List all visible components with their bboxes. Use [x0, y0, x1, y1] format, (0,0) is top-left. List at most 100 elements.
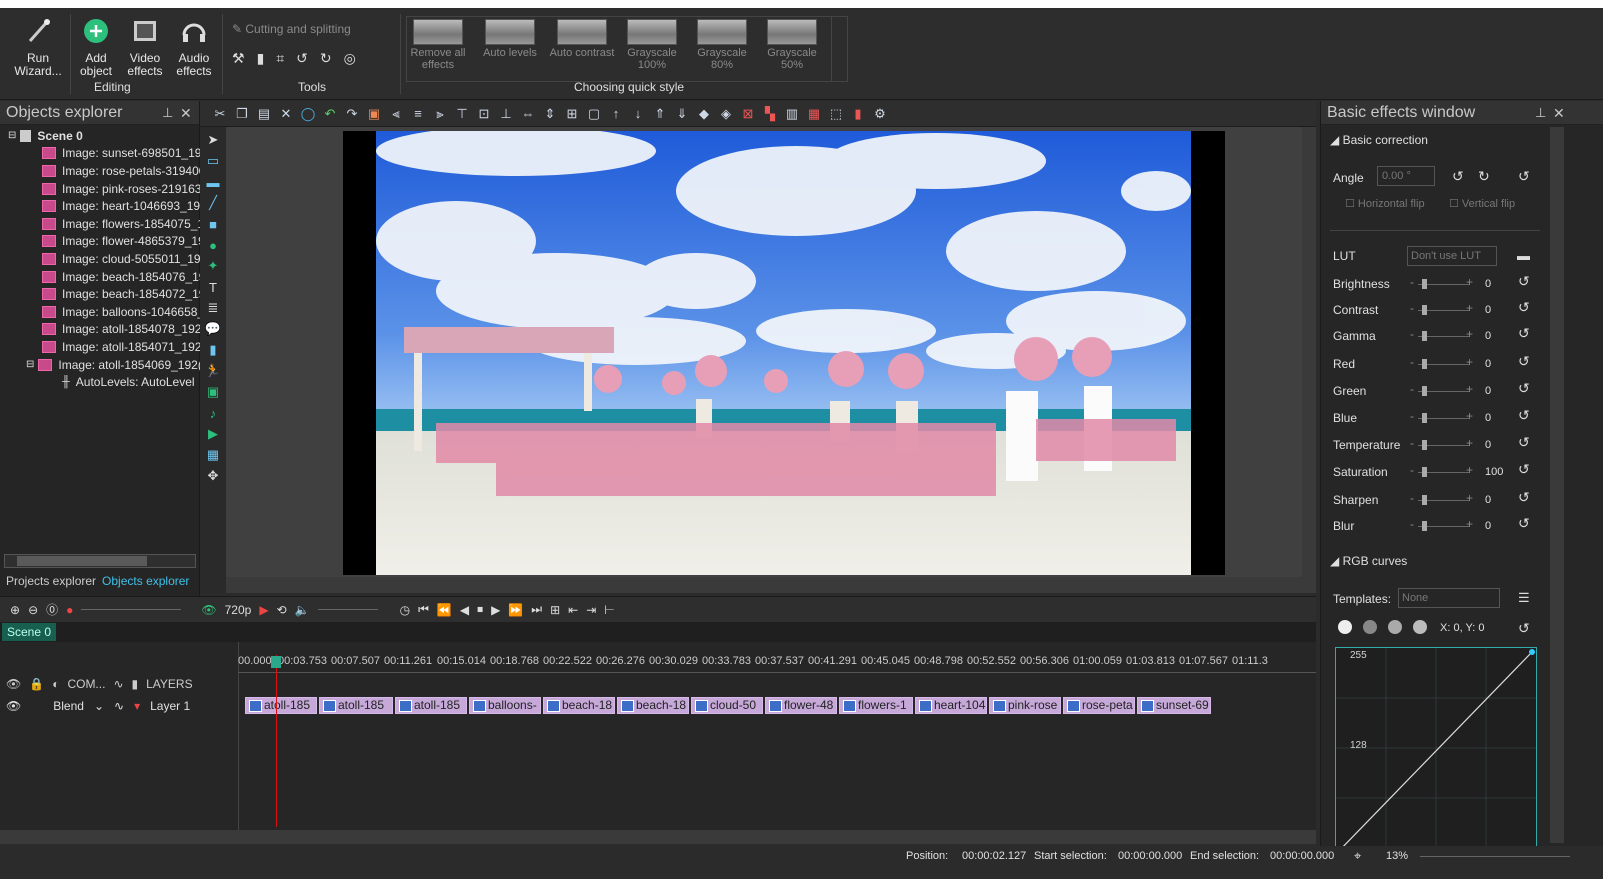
zoom-fit-icon[interactable]: ⌖ — [1354, 848, 1361, 864]
video-effects-button[interactable]: Video effects — [120, 16, 170, 78]
timeline-clip[interactable]: atoll-185 — [245, 697, 317, 714]
minus-icon[interactable]: - — [1410, 355, 1414, 369]
align-top-icon[interactable]: ⊤ — [454, 106, 470, 122]
tree-item[interactable]: Image: heart-1046693_192 — [0, 197, 200, 215]
time-ruler[interactable]: 00.000 00:03.753 00:07.507 00:11.261 00:… — [238, 655, 1316, 673]
reset-icon[interactable]: ↺ — [1518, 489, 1530, 506]
param-slider[interactable] — [1418, 279, 1470, 289]
zoom-slider[interactable] — [81, 609, 182, 610]
plus-icon[interactable]: + — [1466, 327, 1473, 341]
plus-icon[interactable]: + — [1466, 517, 1473, 531]
move-up-icon[interactable]: ↑ — [608, 106, 624, 122]
fit-icon[interactable]: ▢ — [586, 106, 602, 122]
timeline-clip[interactable]: atoll-185 — [319, 697, 393, 714]
step-back-icon[interactable]: ◀ — [460, 603, 469, 617]
slider-knob[interactable] — [1422, 521, 1427, 531]
reset-icon[interactable]: ↺ — [1518, 299, 1530, 316]
timeline-clip[interactable]: balloons- — [469, 697, 541, 714]
list-icon[interactable]: ☰ — [1518, 590, 1530, 606]
zoom-in-icon[interactable]: ⊕ — [10, 603, 20, 617]
align-left-icon[interactable]: ⫷ — [388, 106, 404, 122]
minus-icon[interactable]: - — [1410, 382, 1414, 396]
collapse-triangle-icon[interactable]: ◢ — [1330, 554, 1343, 568]
resolution-select[interactable]: 720p — [225, 603, 252, 617]
visibility-eye-icon[interactable]: 👁 — [6, 675, 21, 693]
minus-icon[interactable]: - — [1410, 327, 1414, 341]
line-icon[interactable]: ╱ — [204, 195, 222, 210]
send-back-icon[interactable]: ⇓ — [674, 106, 690, 122]
channel-all-radio[interactable] — [1338, 620, 1352, 634]
blend-mode-select[interactable]: Blend — [53, 697, 84, 715]
undo-icon[interactable]: ↶ — [322, 106, 338, 122]
add-video-file-icon[interactable]: ▶ — [204, 426, 222, 441]
mark-in-icon[interactable]: ⇤ — [568, 603, 578, 617]
close-icon[interactable]: ✕ — [1553, 101, 1565, 125]
distribute-h-icon[interactable]: ⇔ — [520, 106, 536, 122]
chart-icon[interactable]: ▮ — [204, 342, 222, 357]
tree-item[interactable]: Image: flower-4865379_19 — [0, 233, 200, 251]
move-icon[interactable]: ✥ — [204, 468, 222, 483]
tree-item[interactable]: Image: balloons-1046658_ — [0, 303, 200, 321]
zoom-slider[interactable] — [1420, 856, 1570, 857]
loop-icon[interactable]: ⟲ — [277, 603, 287, 617]
align-right-icon[interactable]: ⫸ — [432, 106, 448, 122]
run-wizard-button[interactable]: Run Wizard... — [8, 16, 68, 78]
record-icon[interactable]: ● — [66, 603, 73, 617]
snap-icon[interactable]: ⊢ — [604, 603, 614, 617]
zoom-out-icon[interactable]: ⊖ — [28, 603, 38, 617]
timeline-clip[interactable]: rose-peta — [1063, 697, 1135, 714]
tree-item[interactable]: Image: atoll-1854078_192( — [0, 321, 200, 339]
param-slider[interactable] — [1418, 413, 1470, 423]
add-text-box-icon[interactable]: ▭ — [204, 153, 222, 168]
channel-red-radio[interactable] — [1363, 620, 1377, 634]
visibility-eye-icon[interactable]: 👁 — [6, 697, 21, 715]
rotate-right-icon[interactable]: ↻ — [320, 50, 332, 67]
text-icon[interactable]: T — [204, 280, 222, 295]
slider-knob[interactable] — [1422, 386, 1427, 396]
subtitles-icon[interactable]: ≣ — [204, 300, 222, 315]
pointer-icon[interactable]: ➤ — [204, 132, 222, 147]
gallery-scroll[interactable] — [831, 17, 847, 81]
rewind-icon[interactable]: ⏪ — [437, 603, 452, 617]
basic-correction-section[interactable]: ◢ Basic correction — [1330, 133, 1428, 147]
rotate-left-90-icon[interactable]: ↺ — [1452, 168, 1464, 185]
slider-knob[interactable] — [1422, 279, 1427, 289]
stabilize-icon[interactable]: ◎ — [344, 50, 356, 67]
timeline-clip[interactable]: beach-18 — [617, 697, 689, 714]
plus-icon[interactable]: + — [1466, 275, 1473, 289]
cutting-splitting-button[interactable]: ✎ Cutting and splitting — [232, 22, 351, 36]
timeline-clip[interactable]: atoll-185 — [395, 697, 467, 714]
tree-item[interactable]: Image: pink-roses-219163 — [0, 180, 200, 198]
timeline-clip[interactable]: flowers-1 — [839, 697, 913, 714]
add-object-button[interactable]: Add object — [72, 16, 120, 78]
param-slider[interactable] — [1418, 440, 1470, 450]
align-bottom-icon[interactable]: ⊥ — [498, 106, 514, 122]
wrench-icon[interactable]: ⚒ — [232, 50, 245, 67]
scene-tab[interactable]: Scene 0 — [2, 623, 56, 641]
frame-icon[interactable]: ⬚ — [828, 106, 844, 122]
quick-style-grayscale-80[interactable]: Grayscale 80% — [691, 17, 753, 79]
reset-icon[interactable]: ↺ — [1518, 353, 1530, 370]
minus-icon[interactable]: - — [1410, 517, 1414, 531]
chevron-down-icon[interactable]: ⌄ — [94, 697, 104, 715]
layer-row[interactable]: 👁 Blend ⌄ ∿ ▾ Layer 1 — [2, 697, 238, 715]
reset-icon[interactable]: ↺ — [1518, 380, 1530, 397]
minus-icon[interactable]: - — [1410, 491, 1414, 505]
slider-knob[interactable] — [1422, 495, 1427, 505]
reset-icon[interactable]: ↺ — [1518, 168, 1530, 185]
collapse-triangle-icon[interactable]: ◢ — [1330, 133, 1343, 147]
crop-icon[interactable]: ⌗ — [276, 50, 284, 67]
add-image-icon[interactable]: ▣ — [204, 384, 222, 399]
plus-icon[interactable]: + — [1466, 436, 1473, 450]
copy-icon[interactable]: ❐ — [234, 106, 250, 122]
quick-style-auto-contrast[interactable]: Auto contrast — [549, 17, 615, 79]
tab-projects-explorer[interactable]: Projects explorer — [6, 571, 96, 591]
lut-select[interactable]: Don't use LUT — [1407, 246, 1497, 266]
volume-slider[interactable] — [317, 609, 378, 610]
lock-icon[interactable]: 🔒 — [29, 675, 44, 693]
volume-icon[interactable]: 🔈 — [295, 603, 310, 617]
reset-icon[interactable]: ↺ — [1518, 515, 1530, 532]
composition-icon[interactable]: ◐ — [52, 675, 59, 693]
slider-knob[interactable] — [1422, 331, 1427, 341]
callout-icon[interactable]: 💬 — [204, 321, 222, 336]
